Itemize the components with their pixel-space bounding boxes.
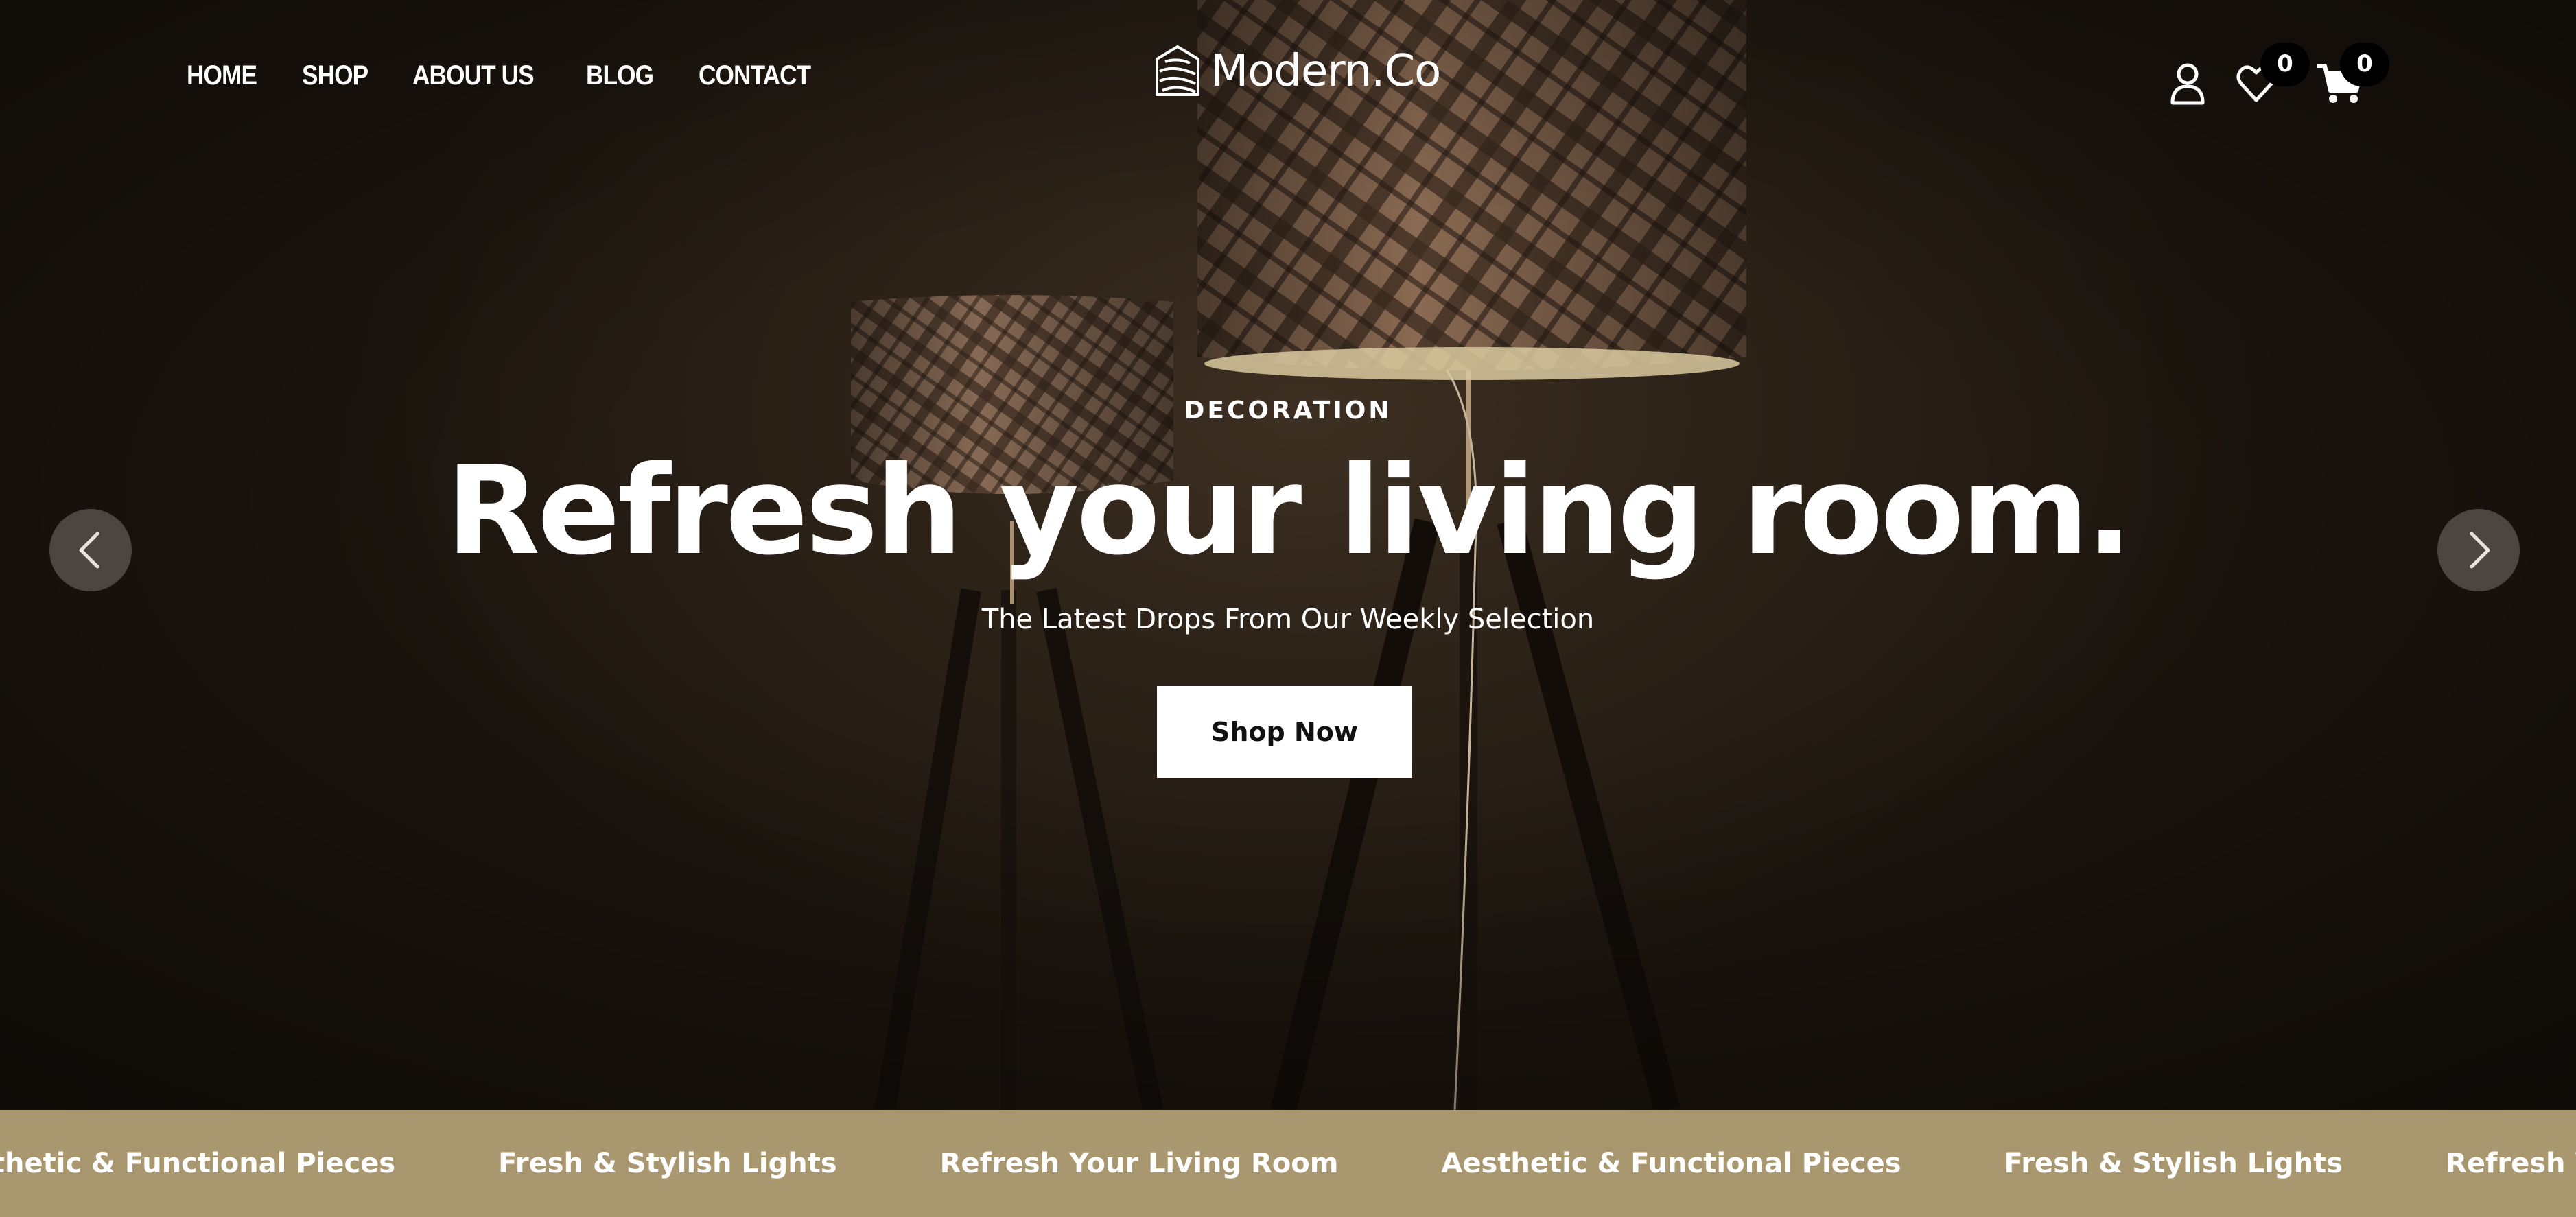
shop-now-button[interactable]: Shop Now: [1157, 686, 1412, 778]
site-logo[interactable]: Modern.Co: [1153, 44, 1441, 99]
chevron-right-icon: [2470, 532, 2490, 569]
user-icon: [2170, 63, 2205, 105]
marquee-item: Fresh & Stylish Lights: [498, 1148, 837, 1179]
wishlist-button[interactable]: 0: [2234, 43, 2310, 113]
carousel-prev-button[interactable]: [49, 509, 132, 591]
nav-home[interactable]: HOME: [187, 60, 257, 91]
chevron-left-icon: [79, 532, 99, 569]
hero-headline: Refresh your living room.: [446, 440, 2133, 582]
marquee-item: Refresh Your Living Room: [2446, 1148, 2576, 1179]
nav-about-us[interactable]: ABOUT US: [412, 60, 535, 91]
marquee-item: Fresh & Stylish Lights: [2004, 1148, 2343, 1179]
cart-button[interactable]: 0: [2315, 43, 2389, 113]
carousel-next-button[interactable]: [2437, 509, 2520, 591]
hero-subtitle: The Latest Drops From Our Weekly Selecti…: [981, 604, 1595, 635]
account-button[interactable]: [2168, 55, 2207, 113]
marquee-strip: Aesthetic & Functional Pieces Fresh & St…: [0, 1110, 2576, 1217]
hero-eyebrow: DECORATION: [1184, 397, 1392, 425]
logo-mark-icon: [1156, 45, 1199, 96]
main-nav: HOME SHOP ABOUT US BLOG CONTACT: [187, 60, 826, 91]
page: HOME SHOP ABOUT US BLOG CONTACT Modern.C…: [0, 0, 2576, 1217]
wishlist-count-badge: 0: [2260, 43, 2310, 86]
marquee-item: Refresh Your Living Room: [939, 1148, 1339, 1179]
nav-blog[interactable]: BLOG: [586, 60, 654, 91]
hero-banner: HOME SHOP ABOUT US BLOG CONTACT Modern.C…: [0, 0, 2576, 1110]
nav-shop[interactable]: SHOP: [302, 60, 368, 91]
nav-contact[interactable]: CONTACT: [699, 60, 811, 91]
marquee-item: Aesthetic & Functional Pieces: [1441, 1148, 1901, 1179]
marquee-item: Aesthetic & Functional Pieces: [0, 1148, 396, 1179]
cart-count-badge: 0: [2340, 43, 2389, 86]
marquee-track: Aesthetic & Functional Pieces Fresh & St…: [0, 1110, 2576, 1217]
logo-text: Modern.Co: [1210, 46, 1441, 97]
